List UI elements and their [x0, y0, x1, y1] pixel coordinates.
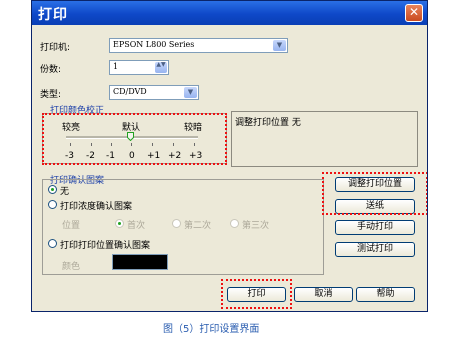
cancel-button[interactable]: 取消	[294, 287, 353, 302]
figure-caption: 图（5）打印设置界面	[163, 324, 260, 335]
confirm-pattern-panel	[42, 179, 324, 275]
color-swatch[interactable]	[112, 254, 168, 270]
radio-position-pattern[interactable]	[48, 239, 57, 248]
copies-label: 份数:	[40, 65, 62, 75]
test-print-button[interactable]: 测试打印	[335, 242, 415, 257]
highlight-color-correction	[42, 113, 227, 165]
manual-print-button[interactable]: 手动打印	[335, 220, 415, 235]
printer-value: EPSON L800 Series	[113, 40, 195, 49]
radio-third[interactable]	[230, 219, 239, 228]
highlight-print-button	[221, 279, 292, 309]
print-dialog: 打印 ✕ 打印机: EPSON L800 Series ▼ 份数: 1 ▲▼ 类…	[31, 0, 428, 312]
radio-second[interactable]	[172, 219, 181, 228]
chevron-down-icon: ▼	[184, 87, 197, 98]
type-select[interactable]: CD/DVD ▼	[109, 85, 199, 100]
chevron-down-icon: ▼	[273, 40, 286, 51]
help-button[interactable]: 帮助	[356, 287, 415, 302]
radio-second-label: 第二次	[184, 221, 212, 231]
close-button[interactable]: ✕	[405, 4, 423, 22]
printer-label: 打印机:	[40, 43, 71, 53]
radio-density-pattern-label: 打印浓度确认图案	[60, 202, 133, 212]
title-bar: 打印 ✕	[32, 1, 427, 25]
type-label: 类型:	[40, 90, 62, 100]
close-icon: ✕	[408, 5, 420, 19]
adjust-position-text: 调整打印位置 无	[235, 118, 301, 128]
dialog-title: 打印	[38, 7, 68, 23]
radio-position-pattern-label: 打印打印位置确认图案	[60, 241, 151, 251]
spin-arrows-icon[interactable]: ▲▼	[155, 62, 167, 73]
radio-none[interactable]	[48, 185, 57, 194]
highlight-side-buttons	[322, 172, 427, 215]
type-value: CD/DVD	[113, 87, 147, 96]
radio-first[interactable]	[115, 219, 124, 228]
copies-value: 1	[113, 62, 119, 71]
copies-stepper[interactable]: 1 ▲▼	[109, 60, 169, 75]
radio-first-label: 首次	[127, 221, 146, 231]
adjust-position-info: 调整打印位置 无	[231, 111, 418, 167]
radio-third-label: 第三次	[242, 221, 270, 231]
radio-density-pattern[interactable]	[48, 200, 57, 209]
color-label: 颜色	[62, 262, 81, 272]
radio-none-label: 无	[60, 187, 70, 197]
printer-select[interactable]: EPSON L800 Series ▼	[109, 38, 288, 53]
position-label: 位置	[62, 221, 81, 231]
